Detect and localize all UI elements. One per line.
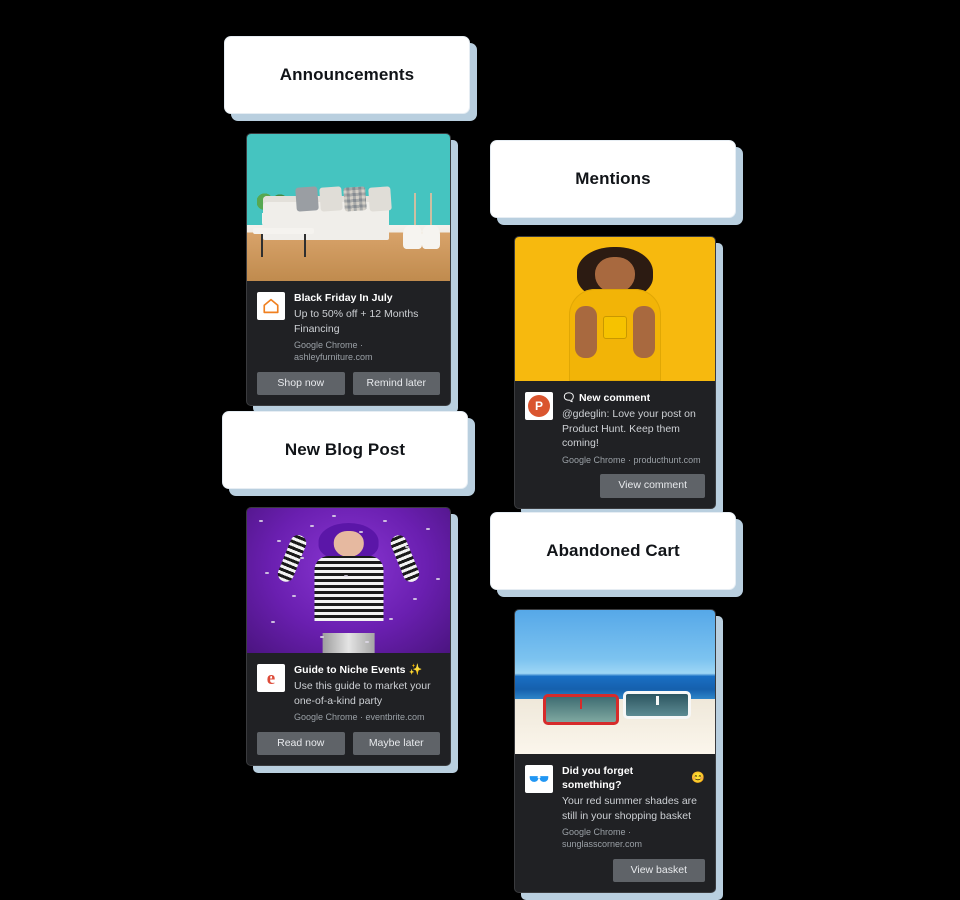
notification-actions: View comment (515, 474, 715, 508)
product-hunt-icon: P (525, 392, 553, 420)
section-label-text: Mentions (575, 169, 651, 188)
notification-message: Use this guide to market your one-of-a-k… (294, 680, 431, 707)
white-sunglasses-decoration (623, 690, 691, 720)
sunglasses-glyph (529, 776, 549, 782)
speech-balloon-icon: 🗨 (562, 391, 576, 404)
notification-origin: Google Chrome · producthunt.com (562, 454, 701, 465)
notification-card-abandoned-cart[interactable]: Did you forget something? 😊 Your red sum… (514, 609, 716, 894)
branch-decoration (430, 192, 432, 229)
cushion-decoration (368, 186, 392, 212)
view-comment-button[interactable]: View comment (600, 474, 705, 498)
shop-now-button[interactable]: Shop now (257, 371, 345, 396)
sunglasses-icon (525, 765, 553, 793)
section-label-text: New Blog Post (284, 440, 406, 459)
remind-later-button[interactable]: Remind later (352, 371, 440, 396)
cushion-decoration (319, 186, 344, 212)
notification-title: Did you forget something? 😊 (562, 764, 705, 792)
notification-showcase: Announcements Black Friday In July Up to… (0, 0, 960, 900)
house-icon (257, 292, 285, 320)
section-label-mentions: Mentions (490, 140, 736, 218)
red-sunglasses-decoration (543, 693, 619, 726)
view-basket-button[interactable]: View basket (612, 858, 705, 883)
arm-decoration (575, 306, 597, 358)
maybe-later-button[interactable]: Maybe later (352, 731, 440, 756)
notification-origin: Google Chrome · eventbrite.com (294, 712, 425, 723)
notification-title-text: Black Friday In July (294, 292, 393, 304)
arm-decoration (388, 532, 423, 585)
notification-card-new-blog-post[interactable]: e Guide to Niche Events ✨ Use this guide… (246, 507, 451, 767)
notification-actions: View basket (515, 858, 715, 893)
notification-message: @gdeglin: Love your post on Product Hunt… (562, 408, 696, 450)
notification-message: Up to 50% off + 12 Months Financing (294, 308, 419, 335)
notification-card-announcements[interactable]: Black Friday In July Up to 50% off + 12 … (246, 133, 451, 407)
section-label-text: Announcements (279, 65, 415, 84)
section-label-abandoned-cart: Abandoned Cart (490, 512, 736, 590)
arm-decoration (633, 306, 655, 358)
section-label-text: Abandoned Cart (546, 541, 680, 560)
vase-decoration (403, 225, 422, 249)
notification-hero-image (515, 610, 715, 754)
striped-top-decoration (313, 555, 384, 622)
cushion-decoration (294, 186, 319, 212)
eventbrite-icon: e (257, 664, 285, 692)
notification-hero-image (247, 134, 450, 281)
notification-origin: Google Chrome · ashleyfurniture.com (294, 340, 373, 362)
vase-decoration (421, 225, 440, 249)
notification-hero-image (247, 508, 450, 653)
notification-title: Black Friday In July (294, 291, 440, 305)
read-now-button[interactable]: Read now (257, 731, 345, 756)
notification-title: Guide to Niche Events ✨ (294, 663, 440, 677)
notification-actions: Shop now Remind later (247, 371, 450, 406)
face-decoration (595, 257, 635, 294)
cushion-decoration (343, 186, 368, 212)
table-leg-decoration (261, 233, 264, 258)
section-label-new-blog-post: New Blog Post (222, 411, 468, 489)
notification-title-text: New comment (578, 392, 651, 404)
section-label-announcements: Announcements (224, 36, 470, 114)
table-leg-decoration (303, 233, 306, 258)
phone-decoration (603, 316, 627, 340)
notification-title-text: Did you forget something? (562, 765, 634, 792)
notification-card-mentions[interactable]: P 🗨 New comment @gdeglin: Love your post… (514, 236, 716, 509)
notification-hero-image (515, 237, 715, 381)
notification-title: 🗨 New comment (562, 391, 705, 405)
notification-title-text: Guide to Niche Events (294, 664, 406, 676)
notification-actions: Read now Maybe later (247, 731, 450, 766)
smiling-face-icon: 😊 (691, 771, 705, 784)
notification-origin: Google Chrome · sunglasscorner.com (562, 827, 643, 849)
sparkles-icon: ✨ (408, 663, 423, 676)
branch-decoration (414, 192, 416, 229)
eventbrite-icon-letter: e (266, 667, 276, 689)
notification-message: Your red summer shades are still in your… (562, 795, 698, 822)
product-hunt-icon-letter: P (528, 395, 550, 417)
